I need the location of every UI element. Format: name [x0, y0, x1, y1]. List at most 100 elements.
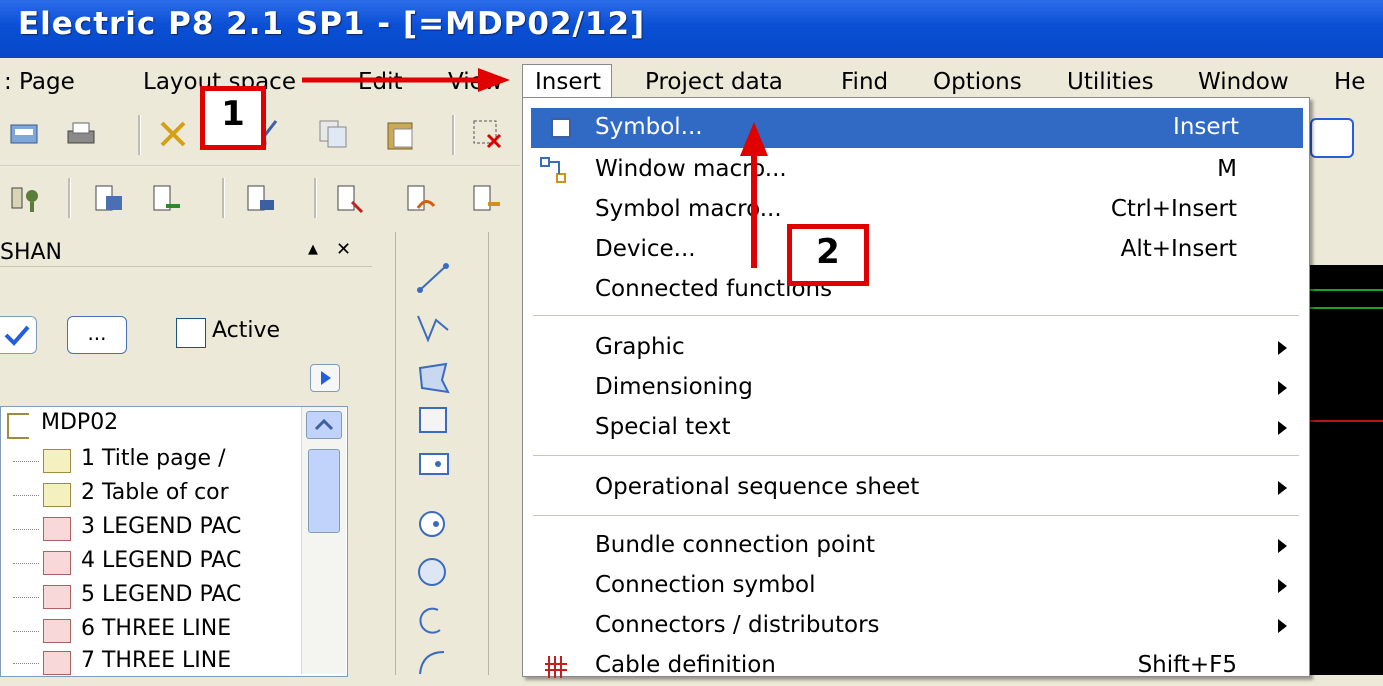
schematic-page-icon: [43, 651, 71, 675]
annotation-arrow-2: [740, 122, 768, 268]
annotation-arrow-1: [302, 68, 510, 92]
schematic-page-icon: [43, 517, 71, 541]
window-tool-icon[interactable]: [1310, 118, 1354, 158]
page-red-icon[interactable]: [334, 182, 368, 216]
panel-pin-icon[interactable]: ▲: [308, 242, 318, 257]
polygon-tool-icon[interactable]: [414, 360, 454, 400]
tree-item-label: MDP02: [41, 410, 119, 435]
graphic-toolbar: [395, 232, 489, 675]
menu-item-graphic[interactable]: Graphic: [523, 328, 1309, 368]
menu-item-shortcut: Insert: [1173, 114, 1239, 140]
title-bar: Electric P8 2.1 SP1 - [=MDP02/12]: [0, 0, 1383, 58]
expand-arrow-icon[interactable]: [310, 364, 340, 392]
menu-item-connectors-distributors[interactable]: Connectors / distributors: [523, 606, 1309, 646]
page-table-icon[interactable]: [92, 182, 126, 216]
menu-item-symbol-macro[interactable]: Symbol macro... Ctrl+Insert: [523, 190, 1309, 230]
menu-item-label: Dimensioning: [595, 374, 753, 400]
menu-item-label: Device...: [595, 236, 696, 262]
tree-scrollbar[interactable]: [301, 407, 346, 674]
tree-item-label: 5 LEGEND PAC: [81, 582, 242, 607]
menu-item-operational-sequence-sheet[interactable]: Operational sequence sheet: [523, 468, 1309, 508]
submenu-arrow-icon: [1278, 381, 1287, 395]
page-bars-icon[interactable]: [244, 182, 278, 216]
menu-item-cable-definition[interactable]: Cable definition Shift+F5: [523, 646, 1309, 686]
delete-icon[interactable]: [470, 117, 504, 151]
menu-item-connection-symbol[interactable]: Connection symbol: [523, 566, 1309, 606]
menu-item-special-text[interactable]: Special text: [523, 408, 1309, 448]
print-icon[interactable]: [64, 117, 98, 151]
active-label: Active: [212, 318, 281, 343]
schematic-page-icon: [43, 619, 71, 643]
check-button[interactable]: [0, 316, 37, 354]
menu-find[interactable]: Find: [841, 69, 888, 95]
submenu-arrow-icon: [1278, 341, 1287, 355]
schematic-page-icon: [43, 585, 71, 609]
active-checkbox[interactable]: [176, 318, 206, 348]
arc-tool-icon[interactable]: [414, 604, 454, 644]
submenu-arrow-icon: [1278, 421, 1287, 435]
table-page-icon: [43, 449, 71, 473]
menu-item-shortcut: Alt+Insert: [1120, 236, 1237, 262]
paste-icon[interactable]: [384, 117, 418, 151]
cut-icon[interactable]: [156, 117, 190, 151]
tree-item-label: 4 LEGEND PAC: [81, 548, 242, 573]
menu-item-device[interactable]: Device... Alt+Insert: [523, 230, 1309, 270]
page-curve-icon[interactable]: [404, 182, 438, 216]
submenu-arrow-icon: [1278, 579, 1287, 593]
menu-item-shortcut: Ctrl+Insert: [1110, 196, 1237, 222]
submenu-arrow-icon: [1278, 619, 1287, 633]
circle-center-tool-icon[interactable]: [414, 506, 454, 546]
panel-close-icon[interactable]: ✕: [336, 239, 351, 260]
toolbar-pages: [0, 166, 520, 232]
cable-icon: [543, 654, 571, 684]
menu-item-connected-functions[interactable]: Connected functions: [523, 270, 1309, 310]
menu-item-bundle-connection-point[interactable]: Bundle connection point: [523, 526, 1309, 566]
menu-item-label: Bundle connection point: [595, 532, 876, 558]
annotation-step-1: 1: [200, 86, 266, 150]
project-icon: [7, 413, 29, 439]
page-green-icon[interactable]: [150, 182, 184, 216]
menu-item-window-macro[interactable]: Window macro... M: [523, 150, 1309, 190]
menu-item-symbol[interactable]: Symbol... Insert: [531, 108, 1303, 148]
submenu-arrow-icon: [1278, 539, 1287, 553]
menu-item-shortcut: Shift+F5: [1137, 652, 1237, 678]
menu-item-dimensioning[interactable]: Dimensioning: [523, 368, 1309, 408]
print-preview-icon[interactable]: [8, 117, 42, 151]
menu-item-label: Operational sequence sheet: [595, 474, 920, 500]
copy-icon[interactable]: [316, 117, 350, 151]
panel-title: SHAN: [0, 240, 63, 265]
text-box-tool-icon[interactable]: [414, 446, 454, 486]
menu-item-label: Connection symbol: [595, 572, 816, 598]
menu-options[interactable]: Options: [933, 69, 1022, 95]
menu-item-label: Special text: [595, 414, 731, 440]
menu-item-label: Connectors / distributors: [595, 612, 880, 638]
menu-window[interactable]: Window: [1198, 69, 1289, 95]
menu-item-label: Symbol...: [595, 114, 703, 140]
page-arrow-icon[interactable]: [470, 182, 504, 216]
tree-item-label: 1 Title page /: [81, 446, 226, 471]
symbol-icon: [551, 118, 571, 138]
annotation-step-2: 2: [787, 224, 869, 286]
menu-utilities[interactable]: Utilities: [1067, 69, 1154, 95]
menu-help[interactable]: He: [1334, 69, 1365, 95]
schematic-page-icon: [43, 551, 71, 575]
rectangle-tool-icon[interactable]: [414, 402, 454, 442]
table-page-icon: [43, 483, 71, 507]
page-tree: MDP02 1 Title page / 2 Table of cor 3 LE…: [0, 406, 348, 677]
browse-button[interactable]: ...: [67, 316, 127, 354]
measure-icon[interactable]: [8, 182, 42, 216]
panel-header: SHAN ▲ ✕: [0, 236, 372, 267]
circle-tool-icon[interactable]: [414, 554, 454, 594]
scroll-thumb[interactable]: [308, 449, 340, 533]
polyline-tool-icon[interactable]: [414, 310, 454, 350]
menu-project-data[interactable]: Project data: [645, 69, 783, 95]
menu-item-label: Graphic: [595, 334, 685, 360]
menu-page[interactable]: : Page: [4, 69, 75, 95]
scroll-up-icon[interactable]: [306, 411, 342, 439]
window-macro-icon: [539, 156, 569, 188]
tree-item-label: 2 Table of cor: [81, 480, 229, 505]
tree-item-label: 7 THREE LINE: [81, 648, 232, 673]
line-tool-icon[interactable]: [414, 260, 454, 300]
menu-item-shortcut: M: [1217, 156, 1237, 182]
submenu-arrow-icon: [1278, 481, 1287, 495]
